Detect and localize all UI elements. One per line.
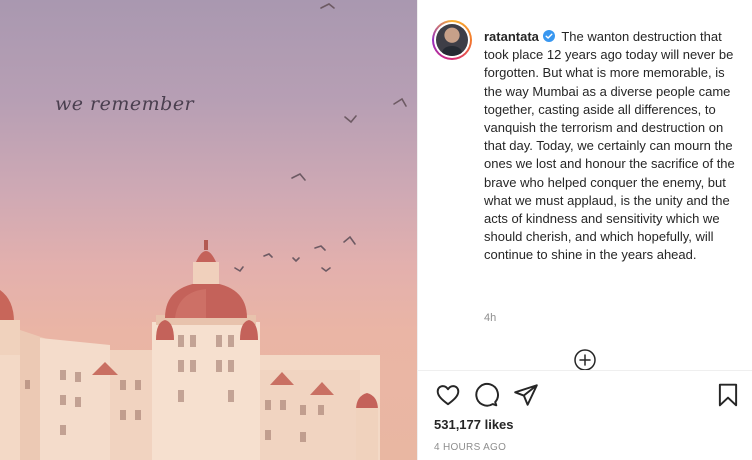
load-more-comments-button[interactable] [573, 348, 597, 372]
image-caption: we remember [55, 93, 195, 115]
avatar[interactable] [432, 20, 472, 60]
plus-circle-icon [574, 349, 596, 371]
comment-time[interactable]: 4h [484, 312, 496, 324]
comment-icon [475, 383, 499, 407]
building [0, 240, 380, 460]
save-button[interactable] [714, 382, 742, 410]
username-link[interactable]: ratantata [484, 29, 539, 44]
taj-hotel-illustration [0, 3, 407, 460]
comment-button[interactable] [472, 382, 500, 410]
birds [99, 3, 407, 353]
avatar-ring [434, 22, 470, 58]
post-side-panel: ratantata The wanton destruction that to… [417, 0, 752, 460]
share-icon [514, 384, 538, 406]
divider [418, 370, 752, 371]
comment-text: ratantata The wanton destruction that to… [484, 28, 746, 265]
verified-badge-icon [542, 30, 555, 42]
bookmark-icon [718, 383, 738, 407]
comment-body: The wanton destruction that took place 1… [484, 29, 735, 263]
post-time-ago[interactable]: 4 HOURS AGO [434, 442, 506, 453]
share-button[interactable] [512, 382, 540, 410]
action-bar [434, 382, 740, 410]
like-button[interactable] [434, 382, 462, 410]
likes-count[interactable]: 531,177 likes [434, 417, 514, 432]
heart-icon [436, 385, 460, 406]
avatar-photo [436, 24, 468, 56]
post-image[interactable]: we remember [0, 0, 417, 460]
